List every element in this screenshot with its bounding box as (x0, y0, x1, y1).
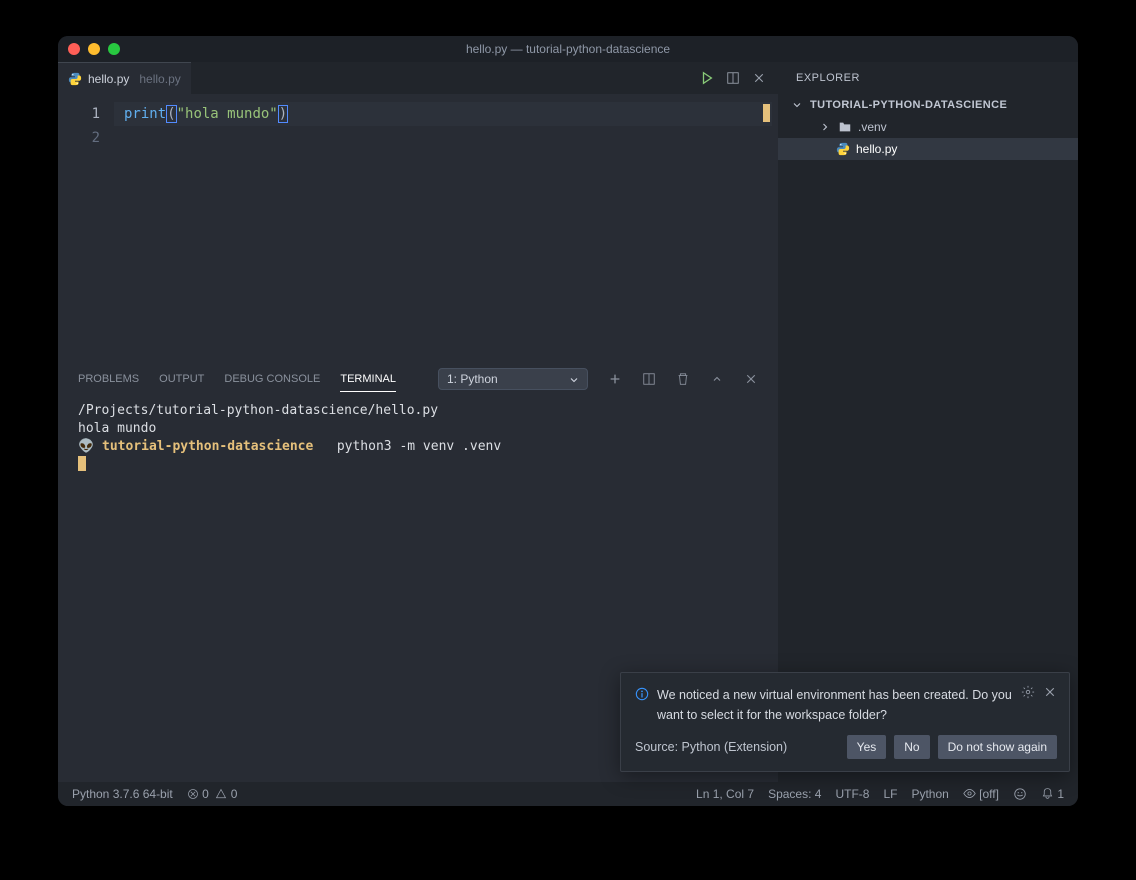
line-number: 1 (58, 102, 100, 126)
python-file-icon (836, 142, 850, 156)
token-paren-close: ) (278, 105, 288, 123)
tree-root-label: TUTORIAL-PYTHON-DATASCIENCE (810, 99, 1007, 111)
terminal-line: /Projects/tutorial-python-datascience/he… (78, 402, 758, 420)
tree-item-label: hello.py (856, 142, 897, 156)
window-title: hello.py — tutorial-python-datascience (466, 42, 670, 56)
editor-tabbar: hello.py hello.py (58, 62, 778, 94)
status-eol[interactable]: LF (883, 787, 897, 801)
vscode-window: hello.py — tutorial-python-datascience h… (58, 36, 1078, 806)
panel-tabbar: PROBLEMS OUTPUT DEBUG CONSOLE TERMINAL 1… (58, 364, 778, 394)
status-spaces[interactable]: Spaces: 4 (768, 787, 821, 801)
terminal-line: 👽 tutorial-python-datascience python3 -m… (78, 438, 758, 456)
notification-toast: We noticed a new virtual environment has… (620, 672, 1070, 772)
terminal-command: python3 -m venv .venv (337, 439, 501, 454)
close-tab-icon[interactable] (752, 71, 766, 85)
tab-terminal[interactable]: TERMINAL (340, 373, 396, 392)
chevron-up-icon[interactable] (710, 372, 724, 386)
terminal-cursor (78, 456, 86, 471)
status-cursor-pos[interactable]: Ln 1, Col 7 (696, 787, 754, 801)
file-tree: TUTORIAL-PYTHON-DATASCIENCE .venv hello.… (778, 94, 1078, 160)
no-button[interactable]: No (894, 735, 929, 759)
feedback-icon[interactable] (1013, 787, 1027, 801)
line-gutter: 1 2 (58, 94, 114, 364)
notification-message: We noticed a new virtual environment has… (657, 685, 1013, 725)
titlebar: hello.py — tutorial-python-datascience (58, 36, 1078, 62)
terminal-selector-label: 1: Python (447, 372, 498, 386)
status-errors[interactable]: 0 0 (187, 787, 238, 801)
tab-filename: hello.py (88, 72, 129, 86)
editor-tab-hello[interactable]: hello.py hello.py (58, 62, 191, 94)
trash-icon[interactable] (676, 372, 690, 386)
close-icon[interactable] (1043, 685, 1057, 699)
gear-icon[interactable] (1021, 685, 1035, 699)
tab-problems[interactable]: PROBLEMS (78, 373, 139, 385)
status-python-version[interactable]: Python 3.7.6 64-bit (72, 787, 173, 801)
line-number: 2 (58, 126, 100, 150)
explorer-title: EXPLORER (778, 62, 1078, 94)
tab-subpath: hello.py (139, 72, 180, 86)
status-notifications[interactable]: 1 (1041, 787, 1064, 801)
code-content[interactable]: print("hola mundo") (114, 94, 288, 364)
tree-item-venv[interactable]: .venv (778, 116, 1078, 138)
notification-source: Source: Python (Extension) (635, 740, 787, 754)
status-encoding[interactable]: UTF-8 (835, 787, 869, 801)
prompt-dir: tutorial-python-datascience (102, 439, 313, 454)
tree-root[interactable]: TUTORIAL-PYTHON-DATASCIENCE (778, 94, 1078, 116)
chevron-right-icon (818, 120, 832, 134)
python-file-icon (68, 72, 82, 86)
terminal-line: hola mundo (78, 420, 758, 438)
split-editor-icon[interactable] (726, 71, 740, 85)
token-function: print (124, 106, 166, 122)
run-icon[interactable] (700, 71, 714, 85)
tab-debug-console[interactable]: DEBUG CONSOLE (224, 373, 320, 385)
split-terminal-icon[interactable] (642, 372, 656, 386)
minimize-window-icon[interactable] (88, 43, 100, 55)
chevron-down-icon (790, 98, 804, 112)
new-terminal-icon[interactable] (608, 372, 622, 386)
minimap-cursor (763, 104, 770, 122)
tree-item-label: .venv (858, 120, 887, 134)
terminal-selector[interactable]: 1: Python (438, 368, 588, 390)
folder-icon (838, 120, 852, 134)
traffic-lights[interactable] (68, 43, 120, 55)
prompt-icon: 👽 (78, 439, 94, 454)
chevron-down-icon (567, 373, 581, 387)
info-icon (635, 687, 649, 701)
status-screencast[interactable]: [off] (963, 787, 999, 801)
token-string: "hola mundo" (177, 106, 278, 122)
close-window-icon[interactable] (68, 43, 80, 55)
code-editor[interactable]: 1 2 print("hola mundo") (58, 94, 778, 364)
tree-item-hello[interactable]: hello.py (778, 138, 1078, 160)
status-language[interactable]: Python (911, 787, 948, 801)
token-paren-open: ( (166, 105, 176, 123)
do-not-show-again-button[interactable]: Do not show again (938, 735, 1057, 759)
maximize-window-icon[interactable] (108, 43, 120, 55)
close-panel-icon[interactable] (744, 372, 758, 386)
yes-button[interactable]: Yes (847, 735, 887, 759)
tab-output[interactable]: OUTPUT (159, 373, 204, 385)
statusbar: Python 3.7.6 64-bit 0 0 Ln 1, Col 7 Spac… (58, 782, 1078, 806)
